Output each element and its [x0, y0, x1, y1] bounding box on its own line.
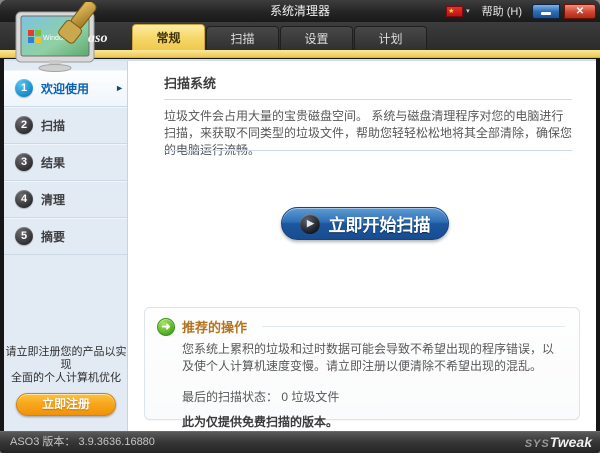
panel-title: 推荐的操作 [182, 317, 247, 336]
divider [164, 150, 572, 151]
start-scan-button[interactable]: ▶ 立即开始扫描 [281, 207, 449, 240]
tab-general[interactable]: 常规 [132, 24, 205, 50]
title-bar: 系统清理器 ★ ▾ 帮助 (H) ✕ [0, 0, 600, 22]
sidebar-item-results[interactable]: 3 结果 [4, 144, 127, 181]
tab-schedule[interactable]: 计划 [354, 26, 427, 50]
tab-scan[interactable]: 扫描 [206, 26, 279, 50]
recommended-actions-panel: ➜ 推荐的操作 您系统上累积的垃圾和过时数据可能会导致不希望出现的程序错误，以及… [144, 307, 580, 420]
gold-strip [0, 50, 600, 58]
chevron-down-icon: ▾ [466, 7, 470, 15]
free-version-note: 此为仅提供免费扫描的版本。 [182, 413, 579, 430]
systweak-logo[interactable]: SYSTweak [525, 432, 592, 453]
status-bar: ASO3 版本： 3.9.3636.16880 SYSTweak [0, 431, 600, 453]
minimize-button[interactable] [532, 4, 560, 19]
main-content: 扫描系统 垃圾文件会占用大量的宝贵磁盘空间。 系统与磁盘清理程序对您的电脑进行扫… [138, 61, 592, 431]
version-label: ASO3 版本： 3.9.3636.16880 [10, 432, 155, 453]
green-arrow-icon: ➜ [157, 318, 175, 336]
start-scan-label: 立即开始扫描 [329, 211, 431, 236]
sidebar-item-clean[interactable]: 4 清理 [4, 181, 127, 218]
panel-header: ➜ 推荐的操作 [145, 308, 579, 336]
help-menu[interactable]: 帮助 (H) [476, 3, 528, 19]
scan-description: 垃圾文件会占用大量的宝贵磁盘空间。 系统与磁盘清理程序对您的电脑进行扫描，来获取… [164, 108, 572, 159]
window-body: 1 欢迎使用 ► 2 扫描 3 结果 4 清理 5 摘要 [4, 61, 596, 431]
step-number-badge: 1 [15, 79, 33, 97]
divider [164, 99, 572, 100]
page-title: 扫描系统 [164, 73, 576, 92]
step-number-badge: 3 [15, 153, 33, 171]
language-selector[interactable]: ★ ▾ [444, 5, 472, 18]
register-button[interactable]: 立即注册 [16, 393, 116, 416]
divider [262, 326, 565, 327]
app-window: 系统清理器 ★ ▾ 帮助 (H) ✕ 常规 扫描 设置 计划 [0, 0, 600, 453]
china-flag-icon: ★ [446, 6, 463, 17]
sidebar: 1 欢迎使用 ► 2 扫描 3 结果 4 清理 5 摘要 [4, 61, 128, 431]
step-number-badge: 2 [15, 116, 33, 134]
titlebar-controls: ★ ▾ 帮助 (H) ✕ [444, 0, 596, 22]
tab-settings[interactable]: 设置 [280, 26, 353, 50]
minimize-icon [541, 12, 551, 15]
close-icon: ✕ [576, 6, 584, 17]
recommend-description: 您系统上累积的垃圾和过时数据可能会导致不希望出现的程序错误，以及使个人计算机速度… [182, 341, 559, 375]
active-pointer-icon: ► [115, 83, 124, 93]
step-number-badge: 5 [15, 227, 33, 245]
close-button[interactable]: ✕ [564, 4, 596, 19]
play-icon: ▶ [300, 214, 320, 234]
step-number-badge: 4 [15, 190, 33, 208]
sidebar-item-summary[interactable]: 5 摘要 [4, 218, 127, 255]
sidebar-item-welcome[interactable]: 1 欢迎使用 ► [4, 70, 127, 107]
tabs: 常规 扫描 设置 计划 [132, 24, 428, 50]
sidebar-item-scan[interactable]: 2 扫描 [4, 107, 127, 144]
step-list: 1 欢迎使用 ► 2 扫描 3 结果 4 清理 5 摘要 [4, 70, 127, 255]
last-scan-status: 最后的扫描状态： 0 垃圾文件 [182, 388, 579, 405]
register-note: 请立即注册您的产品以实现 全面的个人计算机优化 [4, 346, 128, 385]
brand-wordmark: aso [88, 31, 107, 47]
